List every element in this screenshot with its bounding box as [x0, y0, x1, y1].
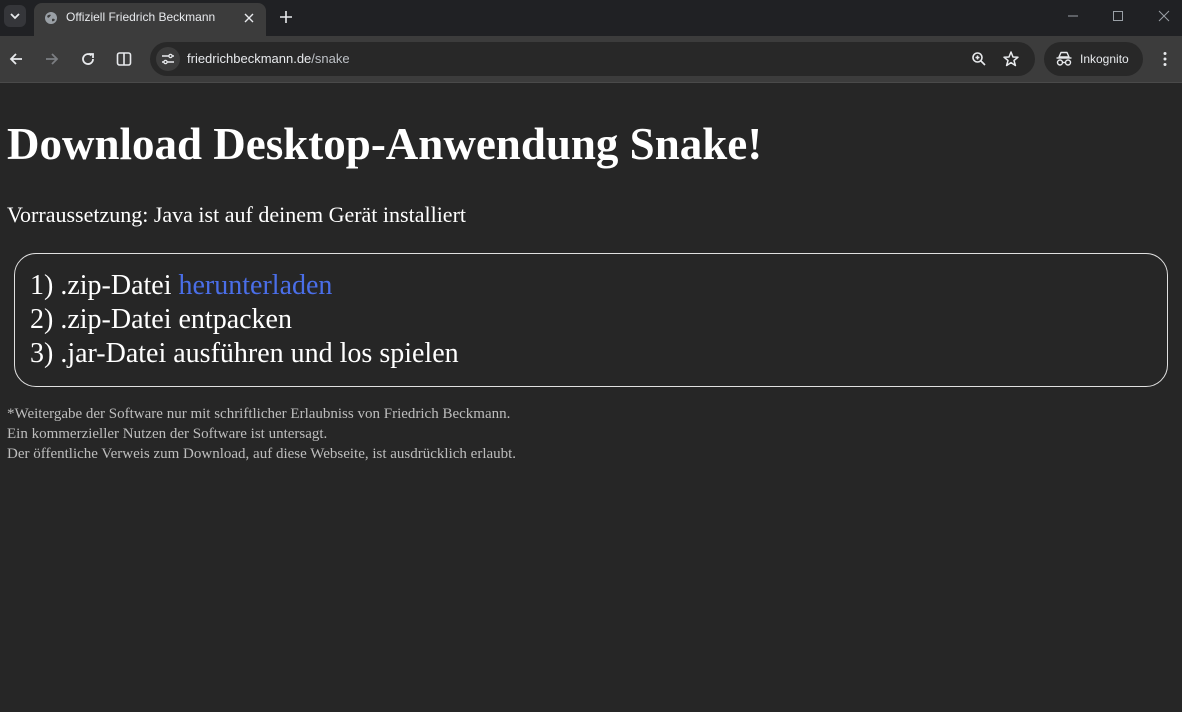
browser-toolbar: friedrichbeckmann.de/snake Inkognito — [0, 36, 1182, 83]
star-icon[interactable] — [1002, 50, 1020, 68]
download-link[interactable]: herunterladen — [179, 270, 333, 301]
site-info-button[interactable] — [156, 47, 180, 71]
url-text[interactable]: friedrichbeckmann.de/snake — [187, 51, 350, 66]
window-close-icon[interactable] — [1157, 9, 1171, 23]
profile-button[interactable]: Inkognito — [1044, 42, 1143, 76]
step-run: 3) .jar-Datei ausführen und los spielen — [30, 338, 459, 369]
tab-strip: Offiziell Friedrich Beckmann — [0, 0, 1182, 36]
footnote-line: Ein kommerzieller Nutzen der Software is… — [7, 426, 328, 442]
tab-title: Offiziell Friedrich Beckmann — [66, 10, 216, 24]
active-tab[interactable]: Offiziell Friedrich Beckmann — [34, 3, 266, 36]
zoom-icon[interactable] — [970, 50, 988, 68]
back-arrow-icon[interactable] — [7, 50, 25, 68]
tab-search-button[interactable] — [4, 5, 26, 27]
address-bar[interactable]: friedrichbeckmann.de/snake — [150, 42, 1035, 76]
incognito-icon — [1056, 51, 1072, 66]
page-title: Download Desktop-Anwendung Snake! — [7, 119, 763, 169]
close-icon[interactable] — [242, 11, 256, 25]
url-host: friedrichbeckmann.de — [187, 51, 312, 66]
split-view-icon[interactable] — [115, 50, 133, 68]
tab-search-icon — [10, 13, 20, 20]
site-info-icon — [162, 53, 174, 65]
step-download: 1) .zip-Datei herunterladen — [30, 269, 1167, 303]
globe-icon — [45, 12, 57, 24]
steps-box: 1) .zip-Datei herunterladen 2) .zip-Date… — [14, 253, 1168, 387]
footnote-line: Der öffentliche Verweis zum Download, au… — [7, 446, 517, 462]
footnote: *Weitergabe der Software nur mit schrift… — [7, 404, 516, 464]
step-unpack: 2) .zip-Datei entpacken — [30, 304, 292, 335]
reload-icon[interactable] — [79, 50, 97, 68]
url-path: /snake — [311, 51, 350, 66]
maximize-icon[interactable] — [1111, 9, 1125, 23]
minimize-icon[interactable] — [1066, 9, 1080, 23]
forward-arrow-icon[interactable] — [43, 50, 61, 68]
requirement-text: Vorraussetzung: Java ist auf deinem Gerä… — [7, 202, 467, 227]
plus-icon[interactable] — [277, 8, 295, 26]
footnote-line: *Weitergabe der Software nur mit schrift… — [7, 406, 511, 422]
profile-label: Inkognito — [1080, 52, 1129, 66]
kebab-menu-icon[interactable] — [1156, 50, 1174, 68]
step-download-text: 1) .zip-Datei — [30, 270, 179, 301]
page-content: Download Desktop-Anwendung Snake! Vorrau… — [0, 84, 1182, 712]
